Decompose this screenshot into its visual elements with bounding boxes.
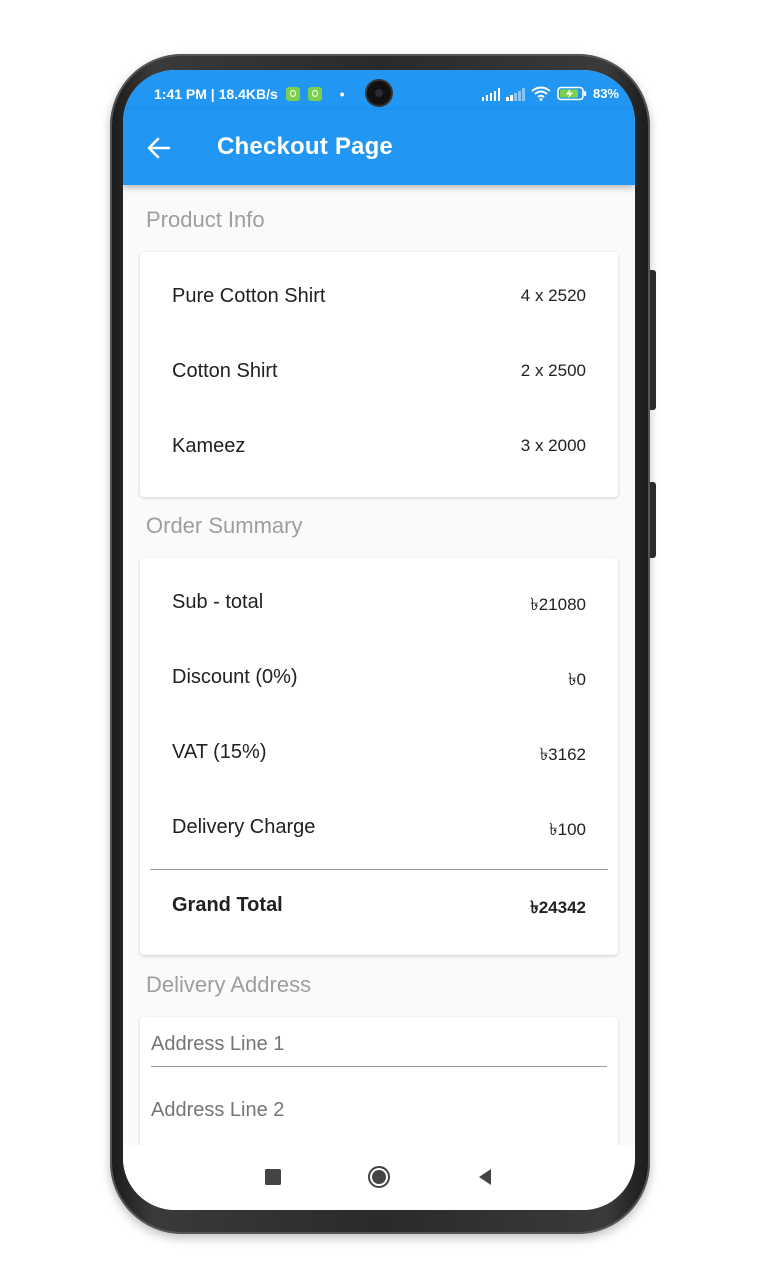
product-name: Kameez (172, 435, 246, 457)
summary-divider (150, 869, 608, 870)
status-bar: 1:41 PM | 18.4KB/s • 83% (123, 70, 635, 110)
recent-apps-icon[interactable] (261, 1165, 285, 1189)
address-line-1-underline (151, 1066, 607, 1067)
summary-value: ৳21080 (530, 595, 586, 614)
product-info-card: Pure Cotton Shirt 4 x 2520 Cotton Shirt … (140, 252, 618, 497)
summary-value: ৳0 (568, 670, 586, 689)
product-row: Pure Cotton Shirt 4 x 2520 (140, 277, 618, 317)
power-button (650, 482, 656, 558)
order-summary-title: Order Summary (146, 513, 303, 538)
product-info-title: Product Info (146, 207, 265, 232)
summary-label: Sub - total (172, 591, 264, 613)
product-qty-price: 3 x 2000 (520, 436, 586, 455)
address-line-1-placeholder: Address Line 1 (151, 1033, 285, 1055)
product-qty-price: 4 x 2520 (520, 286, 586, 305)
product-row: Cotton Shirt 2 x 2500 (140, 352, 618, 392)
summary-label: Delivery Charge (172, 816, 316, 838)
status-dot: • (339, 86, 345, 102)
checkout-content[interactable]: Product Info Pure Cotton Shirt 4 x 2520 … (123, 185, 635, 1145)
wifi-icon (531, 86, 551, 101)
signal-secondary-icon (506, 88, 525, 101)
battery-charging-icon (557, 86, 587, 101)
page-title: Checkout Page (217, 133, 393, 160)
delivery-address-card: Address Line 1 Address Line 2 (140, 1017, 618, 1145)
status-left: 1:41 PM | 18.4KB/s • (154, 86, 345, 102)
grand-total-row: Grand Total ৳24342 (140, 886, 618, 926)
grand-total-label: Grand Total (172, 894, 283, 916)
summary-row-subtotal: Sub - total ৳21080 (140, 583, 618, 623)
summary-value: ৳3162 (539, 745, 586, 764)
home-icon[interactable] (367, 1165, 391, 1189)
summary-row-delivery: Delivery Charge ৳100 (140, 808, 618, 848)
product-row: Kameez 3 x 2000 (140, 427, 618, 467)
product-name: Pure Cotton Shirt (172, 285, 326, 307)
alarm-notification-icon (307, 87, 322, 101)
summary-row-vat: VAT (15%) ৳3162 (140, 733, 618, 773)
address-line-1-field[interactable]: Address Line 1 (151, 1017, 607, 1067)
delivery-address-title: Delivery Address (146, 972, 312, 997)
product-name: Cotton Shirt (172, 360, 278, 382)
summary-label: Discount (0%) (172, 666, 298, 688)
summary-row-discount: Discount (0%) ৳0 (140, 658, 618, 698)
status-right: 83% (481, 86, 619, 101)
order-summary-card: Sub - total ৳21080 Discount (0%) ৳0 VAT … (140, 558, 618, 955)
signal-icon (481, 88, 501, 101)
system-nav-bar (123, 1145, 635, 1210)
summary-label: VAT (15%) (172, 741, 267, 763)
arrow-left-icon[interactable] (145, 134, 173, 162)
front-camera (367, 81, 391, 105)
phone-screen: 1:41 PM | 18.4KB/s • 83% Checkout Page P… (123, 70, 635, 1210)
product-qty-price: 2 x 2500 (520, 361, 586, 380)
status-time-speed: 1:41 PM | 18.4KB/s (154, 86, 278, 102)
address-line-2-field[interactable]: Address Line 2 (151, 1083, 607, 1133)
address-line-2-placeholder: Address Line 2 (151, 1099, 285, 1121)
grand-total-value: ৳24342 (530, 898, 586, 917)
back-triangle-icon[interactable] (473, 1165, 497, 1189)
battery-percent: 83% (592, 86, 619, 101)
volume-button (650, 270, 656, 410)
clock-notification-icon (285, 87, 300, 101)
app-bar: Checkout Page (123, 110, 635, 185)
summary-value: ৳100 (549, 820, 586, 839)
